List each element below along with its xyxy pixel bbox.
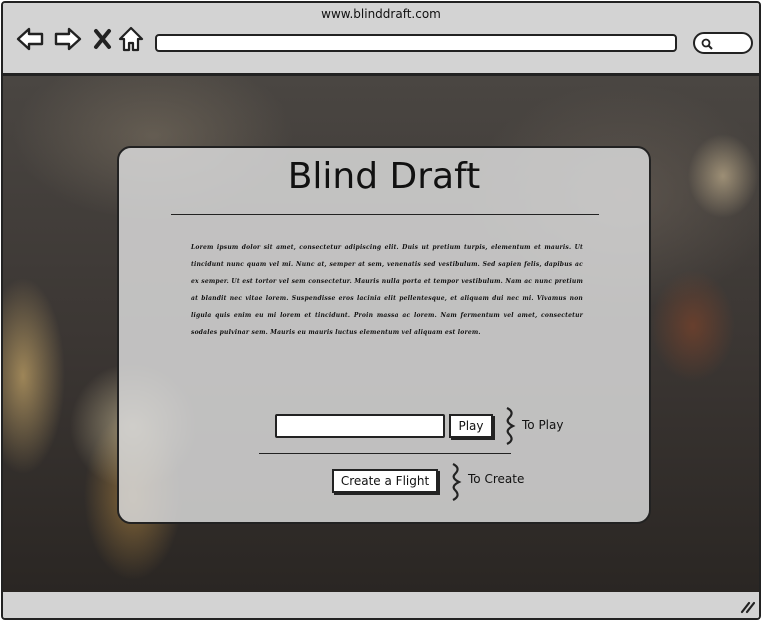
browser-window: www.blinddraft.com Blind Draft Lorem ips… [1, 1, 761, 620]
close-icon[interactable] [92, 25, 120, 53]
play-button[interactable]: Play [449, 414, 493, 438]
search-icon [701, 38, 713, 50]
title-divider [171, 214, 599, 215]
play-annotation: To Play [522, 418, 564, 432]
form-divider [259, 453, 511, 454]
brace-icon [452, 463, 462, 501]
forward-arrow-icon[interactable] [53, 25, 82, 53]
brace-icon [506, 407, 516, 445]
flight-code-input[interactable] [275, 414, 445, 438]
window-url-title: www.blinddraft.com [321, 7, 441, 21]
browser-search-box[interactable] [693, 32, 753, 54]
create-annotation: To Create [468, 472, 525, 486]
page-title: Blind Draft [287, 156, 481, 197]
page-viewport: Blind Draft Lorem ipsum dolor sit amet, … [3, 75, 759, 596]
home-icon[interactable] [117, 25, 145, 53]
browser-toolbar: www.blinddraft.com [3, 3, 759, 75]
description-text: Lorem ipsum dolor sit amet, consectetur … [191, 244, 583, 336]
resize-grip-icon[interactable] [739, 600, 755, 614]
create-flight-button[interactable]: Create a Flight [332, 469, 438, 493]
browser-status-bar [3, 592, 759, 618]
address-bar[interactable] [155, 34, 677, 52]
main-panel: Blind Draft Lorem ipsum dolor sit amet, … [117, 146, 651, 524]
back-arrow-icon[interactable] [15, 25, 44, 53]
